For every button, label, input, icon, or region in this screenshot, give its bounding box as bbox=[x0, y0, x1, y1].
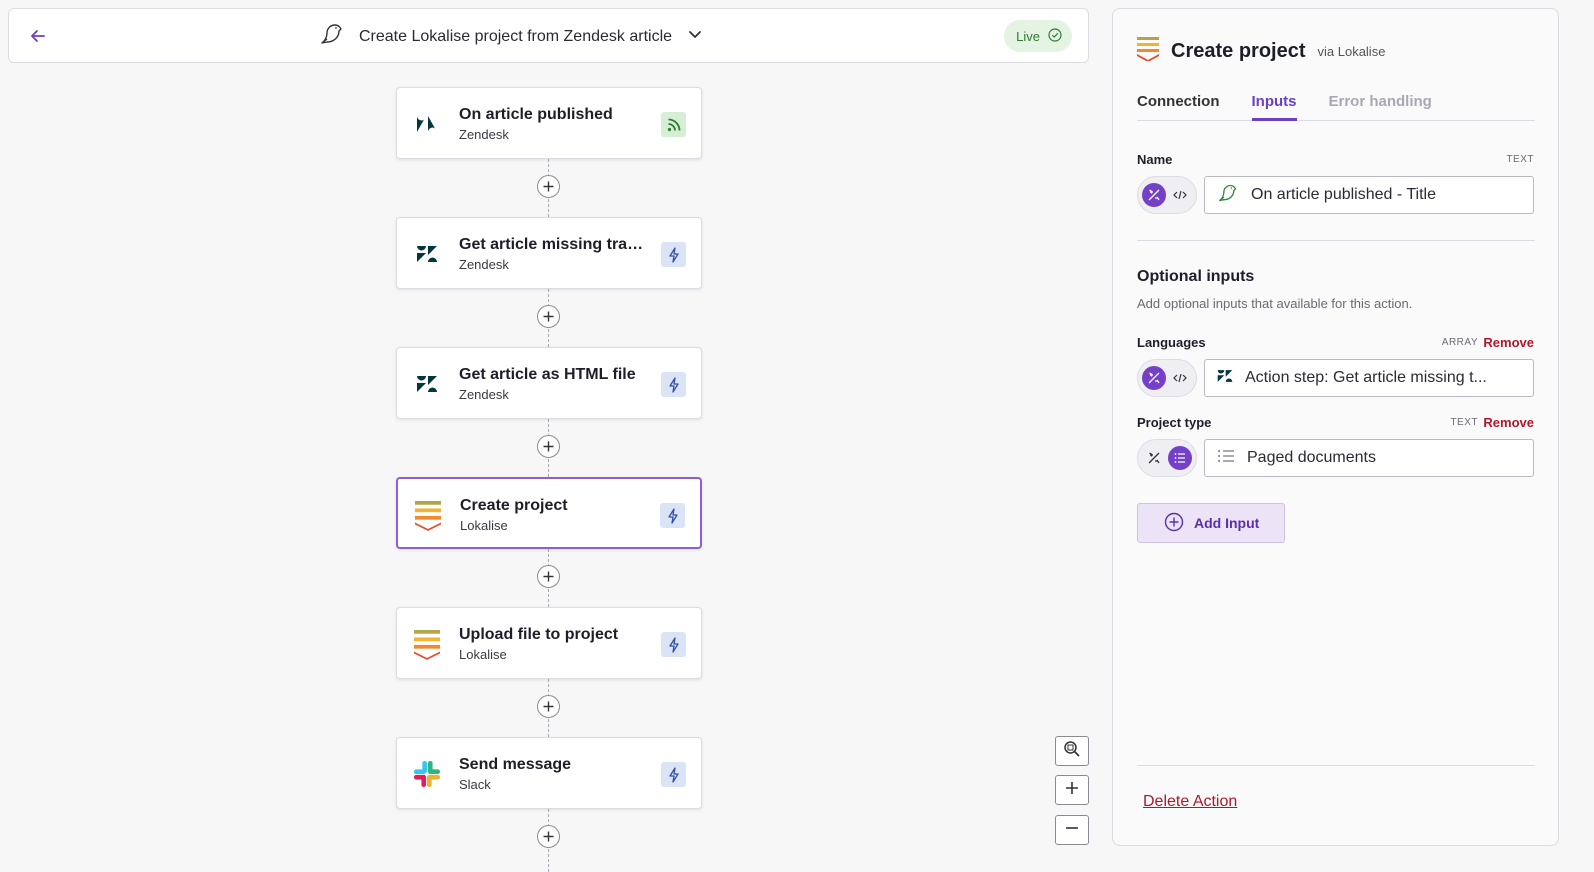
add-step-button[interactable] bbox=[537, 695, 560, 718]
slack-logo-icon bbox=[413, 760, 441, 788]
panel-via-app: via Lokalise bbox=[1317, 44, 1386, 59]
lightning-icon bbox=[661, 372, 686, 397]
lightning-icon bbox=[661, 242, 686, 267]
workflow-step[interactable]: Get article as HTML file Zendesk bbox=[396, 347, 702, 419]
formula-mode-icon[interactable] bbox=[1142, 366, 1166, 390]
panel-header: Create project via Lokalise bbox=[1137, 37, 1385, 66]
lightning-icon bbox=[661, 632, 686, 657]
project-type-field-type: TEXT bbox=[1450, 417, 1478, 428]
optional-inputs-title: Optional inputs bbox=[1137, 268, 1255, 285]
bird-icon bbox=[1217, 183, 1239, 208]
name-input[interactable]: On article published - Title bbox=[1204, 176, 1534, 214]
add-step-button[interactable] bbox=[537, 305, 560, 328]
workflow-canvas[interactable]: On article published Zendesk Get article… bbox=[0, 70, 1100, 872]
bird-icon bbox=[319, 22, 345, 51]
divider bbox=[1137, 765, 1535, 766]
project-type-field-label: Project type bbox=[1137, 415, 1212, 430]
workflow-step-trigger[interactable]: On article published Zendesk bbox=[396, 87, 702, 159]
tab-inputs[interactable]: Inputs bbox=[1251, 89, 1297, 121]
languages-input-value: Action step: Get article missing t... bbox=[1245, 369, 1487, 386]
check-circle-icon bbox=[1048, 27, 1062, 45]
step-app: Zendesk bbox=[459, 257, 509, 272]
panel-tabs: Connection Inputs Error handling bbox=[1137, 89, 1535, 121]
zoom-in-button[interactable] bbox=[1055, 775, 1089, 805]
code-mode-icon[interactable] bbox=[1168, 183, 1192, 207]
lightning-icon bbox=[660, 503, 685, 528]
plus-circle-icon bbox=[1164, 512, 1184, 535]
workflow-title: Create Lokalise project from Zendesk art… bbox=[359, 27, 673, 45]
action-config-panel: Create project via Lokalise Connection I… bbox=[1112, 8, 1559, 846]
zendesk-logo-icon bbox=[413, 240, 441, 268]
name-input-mode-toggle bbox=[1137, 176, 1197, 214]
chevron-down-icon[interactable] bbox=[686, 25, 704, 48]
step-name: Send message bbox=[459, 756, 572, 773]
add-step-button[interactable] bbox=[537, 825, 560, 848]
delete-action-link[interactable]: Delete Action bbox=[1143, 793, 1237, 811]
workflow-step-selected[interactable]: Create project Lokalise bbox=[396, 477, 702, 549]
lokalise-logo-icon bbox=[414, 501, 442, 531]
zoom-fit-icon bbox=[1063, 740, 1081, 763]
list-icon bbox=[1217, 448, 1235, 469]
project-type-value: Paged documents bbox=[1247, 449, 1376, 466]
zendesk-logo-icon bbox=[413, 110, 441, 138]
workflow-step[interactable]: Upload file to project Lokalise bbox=[396, 607, 702, 679]
step-app: Slack bbox=[459, 777, 491, 792]
project-type-remove-link[interactable]: Remove bbox=[1483, 415, 1534, 430]
formula-mode-icon[interactable] bbox=[1142, 446, 1166, 470]
name-input-value: On article published - Title bbox=[1251, 186, 1436, 203]
status-badge[interactable]: Live bbox=[1004, 20, 1072, 52]
name-field-label: Name bbox=[1137, 152, 1173, 167]
minus-icon bbox=[1065, 821, 1079, 840]
trigger-feed-icon bbox=[661, 112, 686, 137]
workflow-step[interactable]: Get article missing tran... Zendesk bbox=[396, 217, 702, 289]
step-app: Zendesk bbox=[459, 127, 509, 142]
step-app: Lokalise bbox=[459, 647, 507, 662]
workflow-step[interactable]: Send message Slack bbox=[396, 737, 702, 809]
languages-input[interactable]: Action step: Get article missing t... bbox=[1204, 359, 1534, 397]
divider bbox=[1137, 240, 1535, 241]
step-name: Get article as HTML file bbox=[459, 366, 636, 383]
languages-field-type: ARRAY bbox=[1441, 337, 1478, 348]
step-app: Zendesk bbox=[459, 387, 509, 402]
add-step-button[interactable] bbox=[537, 565, 560, 588]
project-type-select[interactable]: Paged documents bbox=[1204, 439, 1534, 477]
step-name: Get article missing tran... bbox=[459, 236, 649, 253]
zoom-fit-button[interactable] bbox=[1055, 736, 1089, 766]
add-step-button[interactable] bbox=[537, 435, 560, 458]
languages-input-mode-toggle bbox=[1137, 359, 1197, 397]
workflow-header: Create Lokalise project from Zendesk art… bbox=[8, 8, 1089, 63]
languages-field-label: Languages bbox=[1137, 335, 1206, 350]
code-mode-icon[interactable] bbox=[1168, 366, 1192, 390]
lokalise-logo-icon bbox=[1137, 37, 1159, 66]
step-name: Create project bbox=[460, 497, 568, 514]
lokalise-logo-icon bbox=[413, 630, 441, 660]
step-name: On article published bbox=[459, 106, 613, 123]
zoom-out-button[interactable] bbox=[1055, 815, 1089, 845]
panel-title: Create project bbox=[1171, 40, 1306, 62]
languages-remove-link[interactable]: Remove bbox=[1483, 335, 1534, 350]
add-input-label: Add Input bbox=[1194, 515, 1260, 531]
zendesk-logo-icon bbox=[1217, 369, 1233, 388]
status-badge-label: Live bbox=[1016, 28, 1040, 44]
tab-error-handling[interactable]: Error handling bbox=[1329, 89, 1432, 121]
zendesk-logo-icon bbox=[413, 370, 441, 398]
list-mode-icon[interactable] bbox=[1168, 446, 1192, 470]
workflow-title-group[interactable]: Create Lokalise project from Zendesk art… bbox=[319, 9, 704, 64]
project-type-input-mode-toggle bbox=[1137, 439, 1197, 477]
plus-icon bbox=[1065, 781, 1079, 800]
step-app: Lokalise bbox=[460, 518, 508, 533]
add-step-button[interactable] bbox=[537, 175, 560, 198]
formula-mode-icon[interactable] bbox=[1142, 183, 1166, 207]
step-name: Upload file to project bbox=[459, 626, 619, 643]
tab-connection[interactable]: Connection bbox=[1137, 89, 1220, 121]
optional-inputs-subtitle: Add optional inputs that available for t… bbox=[1137, 296, 1413, 311]
name-field-type: TEXT bbox=[1506, 154, 1534, 165]
add-input-button[interactable]: Add Input bbox=[1137, 503, 1285, 543]
back-arrow-icon[interactable] bbox=[27, 25, 49, 47]
lightning-icon bbox=[661, 762, 686, 787]
